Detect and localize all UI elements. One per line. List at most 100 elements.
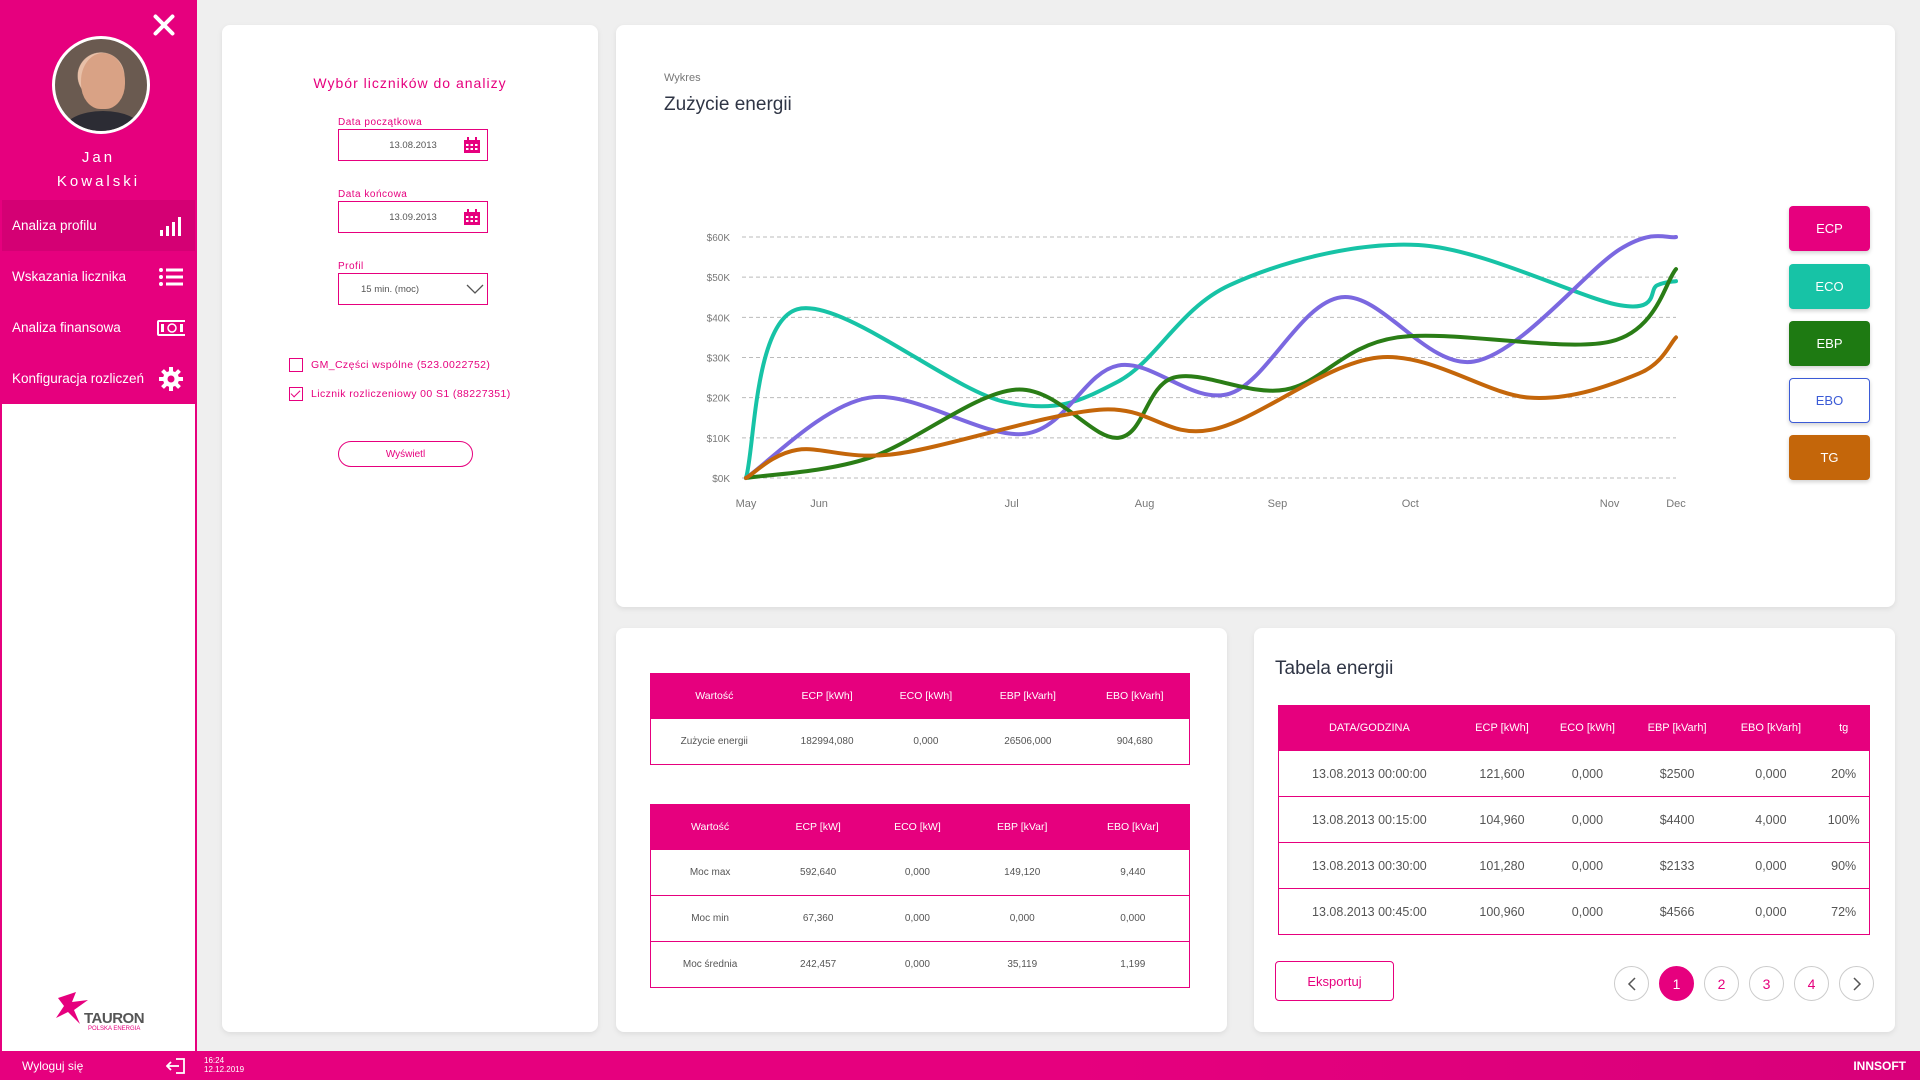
x-tick-label: Jul [1005,498,1019,510]
x-tick-label: Oct [1402,498,1419,510]
energy-table-card: Tabela energii DATA/GODZINA ECP [kWh] ECO … [1254,628,1895,1032]
table-header-cell: Wartość [650,673,778,719]
y-tick-label: $0K [712,474,730,485]
prev-page-button[interactable] [1614,966,1649,1001]
table-cell: 90% [1818,842,1870,889]
profile-value: 15 min. (moc) [361,283,420,295]
bottom-bar: Wyloguj się 16:24 12.12.2019 INNSOFT [0,1051,1920,1080]
table-header-cell: DATA/GODZINA [1278,705,1460,751]
filter-title: Wybór liczników do analizy [313,75,507,91]
table-row: 13.08.2013 00:00:00 121,600 0,000 $2500 0,00… [1278,750,1870,797]
table-cell: 0,000 [1544,842,1631,889]
table-header-cell: tg [1818,705,1870,751]
money-icon [157,316,185,340]
table-cell: 0,000 [867,849,968,896]
meter-checkbox-row[interactable]: Licznik rozliczeniowy 00 S1 (88227351) [289,387,511,401]
calendar-icon[interactable] [463,137,481,153]
export-button[interactable]: Eksportuj [1275,961,1394,1001]
energy-table: DATA/GODZINA ECP [kWh] ECO [kWh] EBP [kVarh… [1278,705,1870,935]
table-header-cell: EBO [kVarh] [1080,673,1190,719]
sidebar: Jan Kowalski Analiza profilu Wskazania l… [0,0,197,1051]
logout-link[interactable]: Wyloguj się [22,1059,83,1073]
legend-tg-button[interactable]: TG [1789,435,1870,480]
table-cell: Moc min [650,895,770,942]
table-cell: $4566 [1630,888,1724,935]
table-row: Zużycie energii 182994,080 0,000 26506,000 9… [650,718,1190,765]
tauron-logo: TAURON POLSKA ENERGIA [54,990,154,1032]
table-cell: Moc średnia [650,941,770,988]
table-cell: 121,600 [1459,750,1545,797]
table-cell: Zużycie energii [650,718,778,765]
meter-checkbox[interactable] [289,358,303,372]
end-date-label: Data końcowa [338,189,408,200]
sidebar-item-analiza-finansowa[interactable]: Analiza finansowa [2,302,195,353]
logout-icon[interactable] [165,1057,186,1075]
start-date-label: Data początkowa [338,117,423,128]
legend-eco-button[interactable]: ECO [1789,264,1870,309]
meter-label: GM_Części wspólne (523.0022752) [311,359,491,371]
series-line [744,234,1678,480]
table-cell: 0,000 [876,718,976,765]
meter-checkbox[interactable] [289,387,303,401]
x-tick-label: Nov [1600,498,1620,510]
page-button[interactable]: 1 [1659,966,1694,1001]
table-cell: 242,457 [769,941,868,988]
table-cell: 26506,000 [975,718,1081,765]
sidebar-item-label: Analiza profilu [12,218,97,233]
table-cell: 182994,080 [777,718,877,765]
table-cell: 13.08.2013 00:00:00 [1278,750,1460,797]
sidebar-nav: Analiza profilu Wskazania licznika Anali… [2,200,195,404]
user-first-name: Jan [81,149,116,166]
y-tick-label: $20K [707,394,731,405]
sidebar-item-analiza-profilu[interactable]: Analiza profilu [2,200,195,251]
clock: 16:24 12.12.2019 [204,1056,244,1074]
y-tick-label: $10K [707,434,731,445]
table-cell: 0,000 [1723,888,1819,935]
power-table: Wartość ECP [kW] ECO [kW] EBP [kVar] EBO [kV… [650,804,1190,988]
table-cell: 904,680 [1080,718,1190,765]
table-cell: 72% [1818,888,1870,935]
table-cell: $2133 [1630,842,1724,889]
legend-ebp-button[interactable]: EBP [1789,321,1870,366]
page-button[interactable]: 3 [1749,966,1784,1001]
filter-card: Wybór liczników do analizy Data początko… [222,25,598,1032]
start-date-field[interactable]: 13.08.2013 [338,129,488,161]
end-date-field[interactable]: 13.09.2013 [338,201,488,233]
next-page-button[interactable] [1839,966,1874,1001]
table-row: Moc min 67,360 0,000 0,000 0,000 [650,895,1190,942]
table-header-cell: Wartość [650,804,770,850]
table-cell: 0,000 [867,895,968,942]
table-cell: 100,960 [1459,888,1545,935]
table-cell: 0,000 [1544,796,1631,843]
table-cell: 0,000 [1723,842,1819,889]
page-button[interactable]: 4 [1794,966,1829,1001]
sidebar-item-wskazania-licznika[interactable]: Wskazania licznika [2,251,195,302]
profile-label: Profil [338,261,364,272]
table-row: Moc średnia 242,457 0,000 35,119 1,199 [650,941,1190,988]
table-header-cell: EBO [kVar] [1076,804,1190,850]
profile-select[interactable]: 15 min. (moc) [338,273,488,305]
sidebar-item-konfiguracja-rozliczen[interactable]: Konfiguracja rozliczeń [2,353,195,404]
gear-icon [157,366,185,391]
page-button[interactable]: 2 [1704,966,1739,1001]
table-header-cell: ECO [kW] [867,804,968,850]
innsoft-logo: INNSOFT [1853,1059,1906,1073]
chevron-left-icon [1627,976,1636,991]
table-cell: 13.08.2013 00:15:00 [1278,796,1460,843]
table-header-cell: ECP [kW] [769,804,868,850]
legend-ecp-button[interactable]: ECP [1789,206,1870,251]
legend-ebo-button[interactable]: EBO [1789,378,1870,423]
end-date-value: 13.09.2013 [389,211,437,223]
close-icon[interactable] [151,12,177,38]
table-header-cell: ECP [kWh] [1459,705,1545,751]
meter-checkbox-row[interactable]: GM_Części wspólne (523.0022752) [289,358,490,372]
show-button[interactable]: Wyświetl [338,441,473,467]
table-cell: 1,199 [1076,941,1190,988]
table-cell: 13.08.2013 00:45:00 [1278,888,1460,935]
summary-card: Wartość ECP [kWh] ECO [kWh] EBP [kVarh] EBO … [616,628,1227,1032]
table-cell: 9,440 [1076,849,1190,896]
table-cell: 13.08.2013 00:30:00 [1278,842,1460,889]
calendar-icon[interactable] [463,209,481,225]
avatar [52,36,150,134]
table-cell: 149,120 [967,849,1077,896]
